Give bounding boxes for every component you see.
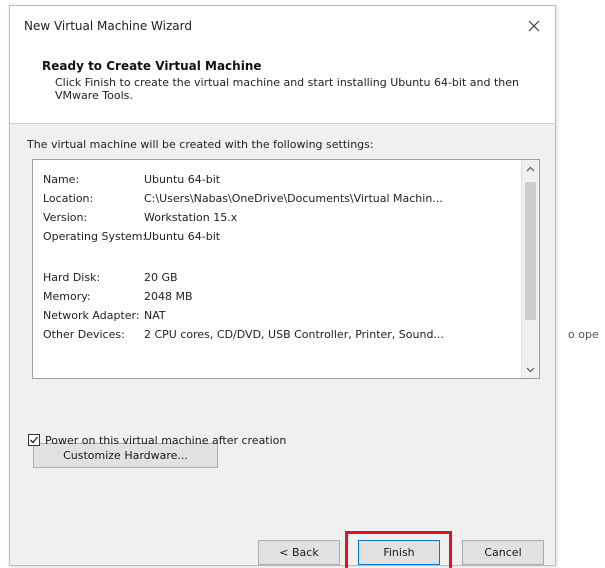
settings-value: Ubuntu 64-bit bbox=[144, 173, 221, 186]
power-on-option[interactable]: Power on this virtual machine after crea… bbox=[28, 432, 286, 448]
settings-value: Workstation 15.x bbox=[144, 211, 238, 224]
settings-value: 2048 MB bbox=[144, 290, 193, 303]
settings-row-hard-disk: Hard Disk: 20 GB bbox=[43, 268, 513, 287]
scroll-thumb[interactable] bbox=[525, 182, 536, 320]
chevron-down-icon bbox=[526, 367, 535, 372]
settings-key: Memory: bbox=[43, 290, 91, 303]
wizard-header: Ready to Create Virtual Machine Click Fi… bbox=[10, 46, 555, 124]
settings-summary-list[interactable]: Name: Ubuntu 64-bit Location: C:\Users\N… bbox=[32, 159, 540, 379]
cancel-button[interactable]: Cancel bbox=[462, 540, 544, 565]
settings-key: Operating System: bbox=[43, 230, 147, 243]
settings-rows: Name: Ubuntu 64-bit Location: C:\Users\N… bbox=[43, 170, 513, 344]
settings-key: Location: bbox=[43, 192, 94, 205]
page-description: Click Finish to create the virtual machi… bbox=[55, 76, 519, 102]
new-vm-wizard-dialog: New Virtual Machine Wizard Ready to Crea… bbox=[9, 5, 556, 568]
settings-row-other-devices: Other Devices: 2 CPU cores, CD/DVD, USB … bbox=[43, 325, 513, 344]
settings-value: Ubuntu 64-bit bbox=[144, 230, 221, 243]
screen: o ope New Virtual Machine Wizard Ready t… bbox=[0, 0, 605, 568]
settings-key: Other Devices: bbox=[43, 328, 125, 341]
back-button[interactable]: < Back bbox=[258, 540, 340, 565]
settings-row-network: Network Adapter: NAT bbox=[43, 306, 513, 325]
scroll-down-button[interactable] bbox=[522, 361, 539, 378]
settings-key: Hard Disk: bbox=[43, 271, 101, 284]
settings-row-os: Operating System: Ubuntu 64-bit bbox=[43, 227, 513, 246]
chevron-up-icon bbox=[526, 166, 535, 171]
settings-value: 20 GB bbox=[144, 271, 178, 284]
close-icon bbox=[528, 20, 540, 32]
settings-value: NAT bbox=[144, 309, 166, 322]
finish-button[interactable]: Finish bbox=[358, 540, 440, 565]
settings-value: 2 CPU cores, CD/DVD, USB Controller, Pri… bbox=[144, 328, 444, 341]
settings-row-version: Version: Workstation 15.x bbox=[43, 208, 513, 227]
settings-row-location: Location: C:\Users\Nabas\OneDrive\Docume… bbox=[43, 189, 513, 208]
window-title: New Virtual Machine Wizard bbox=[24, 19, 192, 33]
settings-row-spacer bbox=[43, 246, 513, 268]
background-partial-text: o ope bbox=[568, 328, 599, 341]
settings-key: Network Adapter: bbox=[43, 309, 140, 322]
settings-row-memory: Memory: 2048 MB bbox=[43, 287, 513, 306]
settings-value: C:\Users\Nabas\OneDrive\Documents\Virtua… bbox=[144, 192, 443, 205]
settings-label: The virtual machine will be created with… bbox=[27, 138, 374, 151]
title-bar[interactable]: New Virtual Machine Wizard bbox=[10, 6, 555, 46]
vertical-scrollbar[interactable] bbox=[521, 160, 539, 378]
power-on-checkbox[interactable] bbox=[28, 434, 40, 446]
scroll-up-button[interactable] bbox=[522, 160, 539, 177]
checkmark-icon bbox=[30, 436, 39, 444]
settings-key: Version: bbox=[43, 211, 88, 224]
close-button[interactable] bbox=[521, 14, 547, 38]
settings-row-name: Name: Ubuntu 64-bit bbox=[43, 170, 513, 189]
power-on-label: Power on this virtual machine after crea… bbox=[45, 433, 287, 447]
settings-key: Name: bbox=[43, 173, 80, 186]
page-title: Ready to Create Virtual Machine bbox=[42, 59, 262, 73]
